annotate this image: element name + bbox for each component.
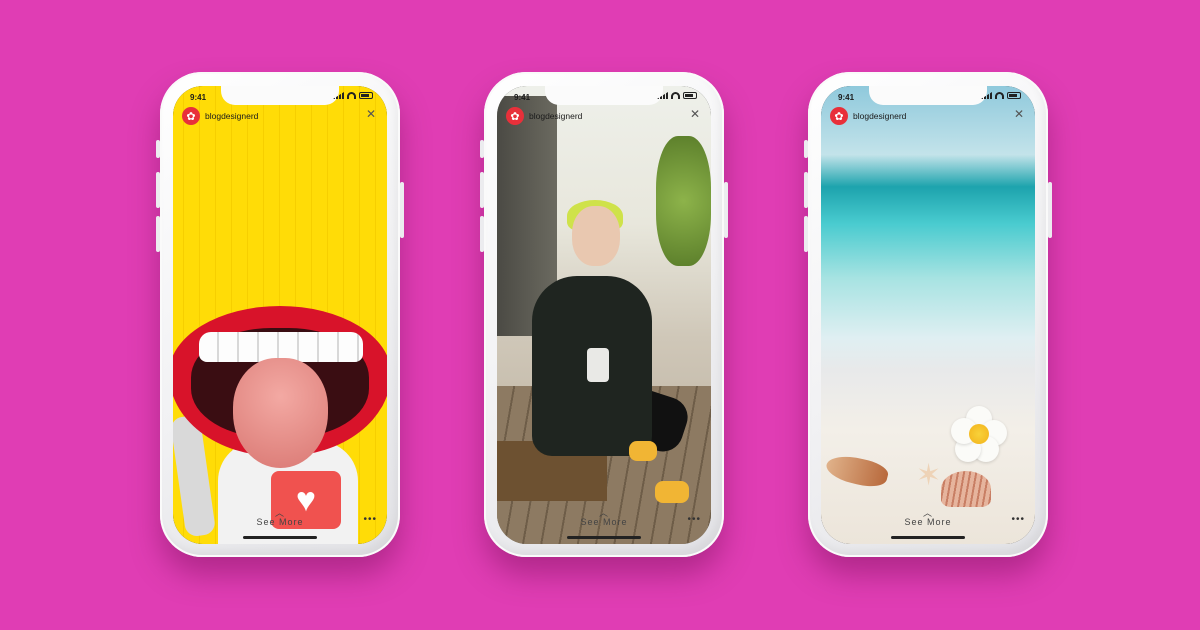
avatar[interactable]: ✿ (830, 107, 848, 125)
chevron-up-icon: ︿ (922, 508, 933, 518)
story-screen[interactable]: ♥ 9:41 ✿ blogdesignerd ✕ ︿ See More ••• (173, 86, 387, 544)
battery-icon (1007, 92, 1021, 99)
see-more-button[interactable]: ︿ See More (173, 508, 387, 528)
username[interactable]: blogdesignerd (205, 111, 258, 121)
volume-up-button (156, 172, 160, 208)
chevron-up-icon: ︿ (274, 508, 285, 518)
notch (545, 86, 663, 105)
story-screen[interactable]: ✶ 9:41 ✿ blogdesignerd ✕ ︿ See More ••• (821, 86, 1035, 544)
signal-icon (333, 92, 344, 99)
avatar[interactable]: ✿ (506, 107, 524, 125)
trees (656, 136, 711, 266)
phone-mockup-1: ♥ 9:41 ✿ blogdesignerd ✕ ︿ See More ••• (156, 72, 404, 557)
volume-down-button (480, 216, 484, 252)
phone-mockup-2: 9:41 ✿ blogdesignerd ✕ ︿ See More ••• (480, 72, 728, 557)
wifi-icon (347, 92, 356, 99)
wifi-icon (995, 92, 1004, 99)
status-icons (333, 92, 373, 99)
home-indicator[interactable] (243, 536, 317, 539)
volume-down-button (804, 216, 808, 252)
status-icons (657, 92, 697, 99)
see-more-label: See More (256, 517, 304, 527)
see-more-button[interactable]: ︿ See More (497, 508, 711, 528)
chevron-up-icon: ︿ (598, 508, 609, 518)
story-image-yellow: ♥ (173, 86, 387, 544)
conch-shell (823, 450, 891, 492)
scallop-shell (941, 471, 991, 507)
status-time: 9:41 (838, 93, 855, 102)
status-icons (981, 92, 1021, 99)
battery-icon (359, 92, 373, 99)
status-time: 9:41 (190, 93, 207, 102)
mute-switch (156, 140, 160, 158)
username[interactable]: blogdesignerd (853, 111, 906, 121)
flower-center (969, 424, 989, 444)
home-indicator[interactable] (891, 536, 965, 539)
plumeria-flower (951, 406, 1007, 462)
more-dots-icon[interactable]: ••• (1011, 514, 1025, 525)
story-image-beach: ✶ (821, 86, 1035, 544)
see-more-button[interactable]: ︿ See More (821, 508, 1035, 528)
story-profile[interactable]: ✿ blogdesignerd (182, 107, 258, 125)
close-icon[interactable]: ✕ (366, 108, 376, 120)
more-dots-icon[interactable]: ••• (687, 514, 701, 525)
mute-switch (804, 140, 808, 158)
close-icon[interactable]: ✕ (1014, 108, 1024, 120)
starfish: ✶ (916, 459, 942, 492)
more-dots-icon[interactable]: ••• (363, 514, 377, 525)
volume-up-button (804, 172, 808, 208)
home-indicator[interactable] (567, 536, 641, 539)
shoe (629, 441, 657, 461)
wifi-icon (671, 92, 680, 99)
power-button (400, 182, 404, 238)
power-button (1048, 182, 1052, 238)
story-profile[interactable]: ✿ blogdesignerd (506, 107, 582, 125)
status-time: 9:41 (514, 93, 531, 102)
phone-mockup-3: ✶ 9:41 ✿ blogdesignerd ✕ ︿ See More ••• (804, 72, 1052, 557)
story-profile[interactable]: ✿ blogdesignerd (830, 107, 906, 125)
coffee-cup (587, 348, 609, 382)
power-button (724, 182, 728, 238)
volume-up-button (480, 172, 484, 208)
signal-icon (657, 92, 668, 99)
avatar[interactable]: ✿ (182, 107, 200, 125)
tongue (233, 358, 328, 468)
story-image-street (497, 86, 711, 544)
username[interactable]: blogdesignerd (529, 111, 582, 121)
story-screen[interactable]: 9:41 ✿ blogdesignerd ✕ ︿ See More ••• (497, 86, 711, 544)
mute-switch (480, 140, 484, 158)
close-icon[interactable]: ✕ (690, 108, 700, 120)
notch (221, 86, 339, 105)
see-more-label: See More (904, 517, 952, 527)
person-head (572, 206, 620, 266)
battery-icon (683, 92, 697, 99)
shoe (655, 481, 689, 503)
volume-down-button (156, 216, 160, 252)
see-more-label: See More (580, 517, 628, 527)
notch (869, 86, 987, 105)
signal-icon (981, 92, 992, 99)
